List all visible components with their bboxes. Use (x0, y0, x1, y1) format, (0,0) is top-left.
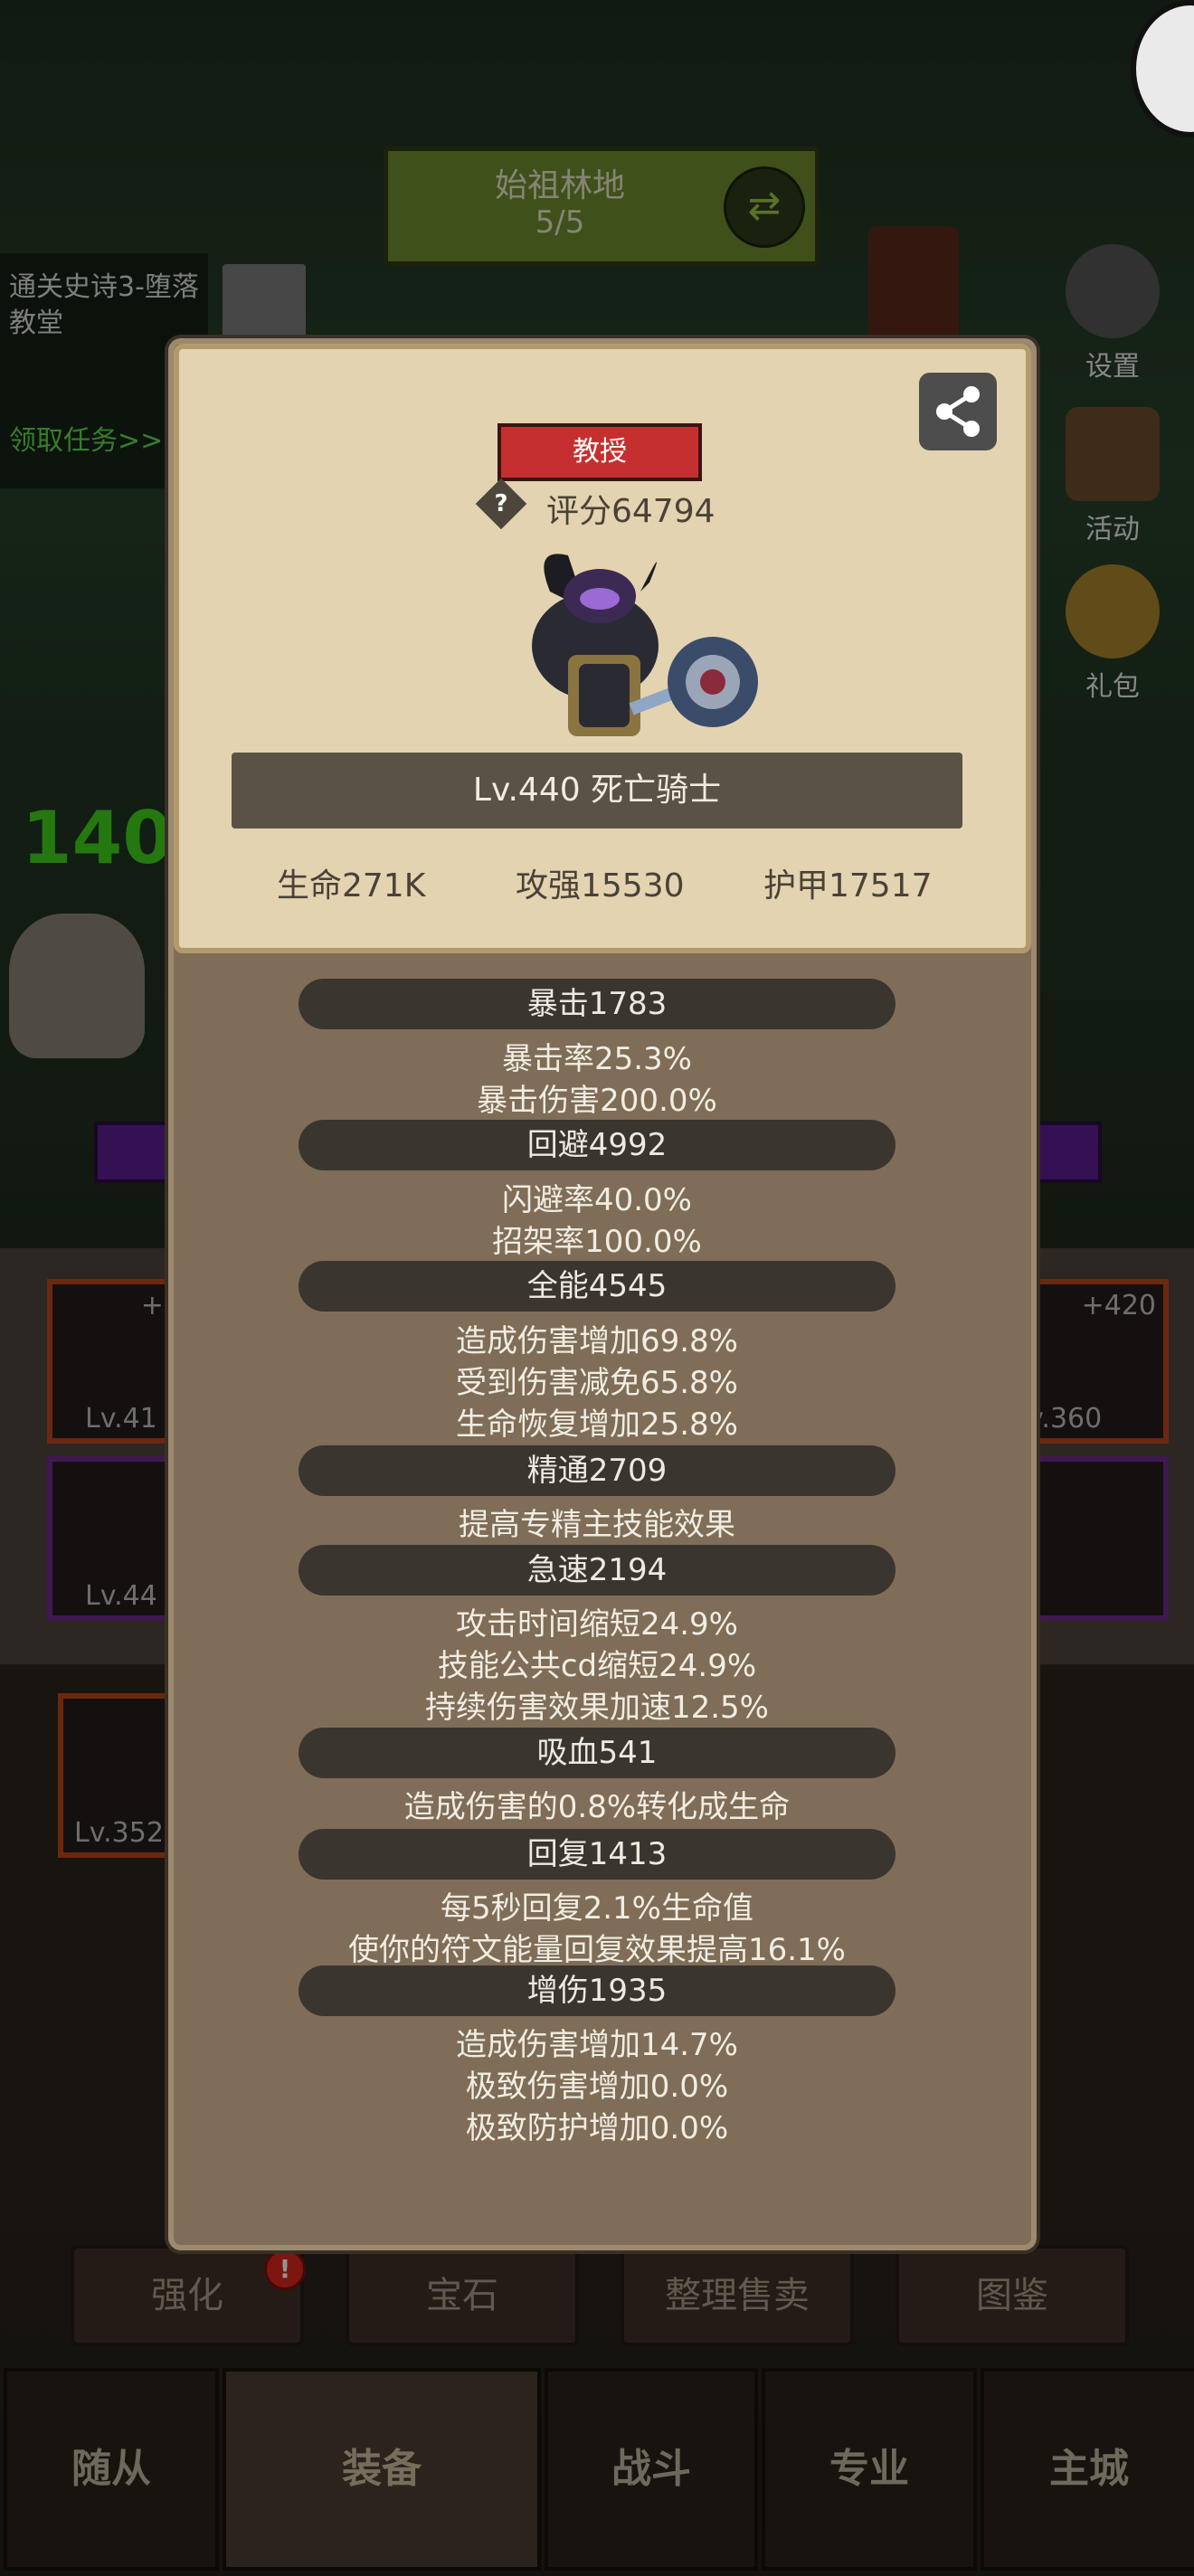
section-header-damage-bonus: 增伤1935 (298, 1965, 896, 2016)
section-header-versatility: 全能4545 (298, 1261, 896, 1312)
section-header-mastery: 精通2709 (298, 1445, 896, 1496)
stat-attack-power: 攻强15530 (516, 867, 685, 904)
versatility-line: 造成伤害增加69.8% (455, 1323, 738, 1359)
regen-line: 每5秒回复2.1%生命值 (440, 1890, 753, 1927)
damage-bonus-line: 极致防护增加0.0% (465, 2110, 729, 2146)
section-header-haste: 急速2194 (298, 1545, 896, 1596)
avoidance-line: 招架率100.0% (492, 1224, 702, 1260)
section-header-crit: 暴击1783 (298, 979, 896, 1029)
crit-line: 暴击率25.3% (501, 1041, 692, 1077)
damage-bonus-line: 极致伤害增加0.0% (465, 2069, 729, 2105)
section-header-leech: 吸血541 (298, 1728, 896, 1778)
hero-name-level: Lv.440 死亡骑士 (232, 753, 962, 829)
mastery-line: 提高专精主技能效果 (459, 1507, 735, 1543)
section-header-regen: 回复1413 (298, 1829, 896, 1880)
help-question-mark[interactable]: ? (483, 486, 519, 522)
stat-armor: 护甲17517 (763, 867, 933, 904)
share-icon (936, 386, 980, 437)
haste-line: 持续伤害效果加速12.5% (424, 1690, 769, 1726)
stat-health: 生命271K (277, 867, 426, 904)
rank-title: 教授 (498, 423, 702, 481)
versatility-line: 生命恢复增加25.8% (455, 1406, 738, 1443)
share-button[interactable] (919, 373, 997, 450)
regen-line: 使你的符文能量回复效果提高16.1% (347, 1932, 846, 1968)
haste-line: 技能公共cd缩短24.9% (437, 1648, 757, 1684)
leech-line: 造成伤害的0.8%转化成生命 (403, 1789, 791, 1825)
crit-line: 暴击伤害200.0% (477, 1083, 717, 1119)
avoidance-line: 闪避率40.0% (501, 1182, 692, 1218)
damage-bonus-line: 造成伤害增加14.7% (455, 2027, 738, 2063)
haste-line: 攻击时间缩短24.9% (455, 1606, 738, 1643)
death-knight-portrait (532, 554, 758, 736)
score-value: 评分64794 (546, 493, 715, 530)
versatility-line: 受到伤害减免65.8% (455, 1365, 738, 1401)
section-header-avoidance: 回避4992 (298, 1120, 896, 1170)
